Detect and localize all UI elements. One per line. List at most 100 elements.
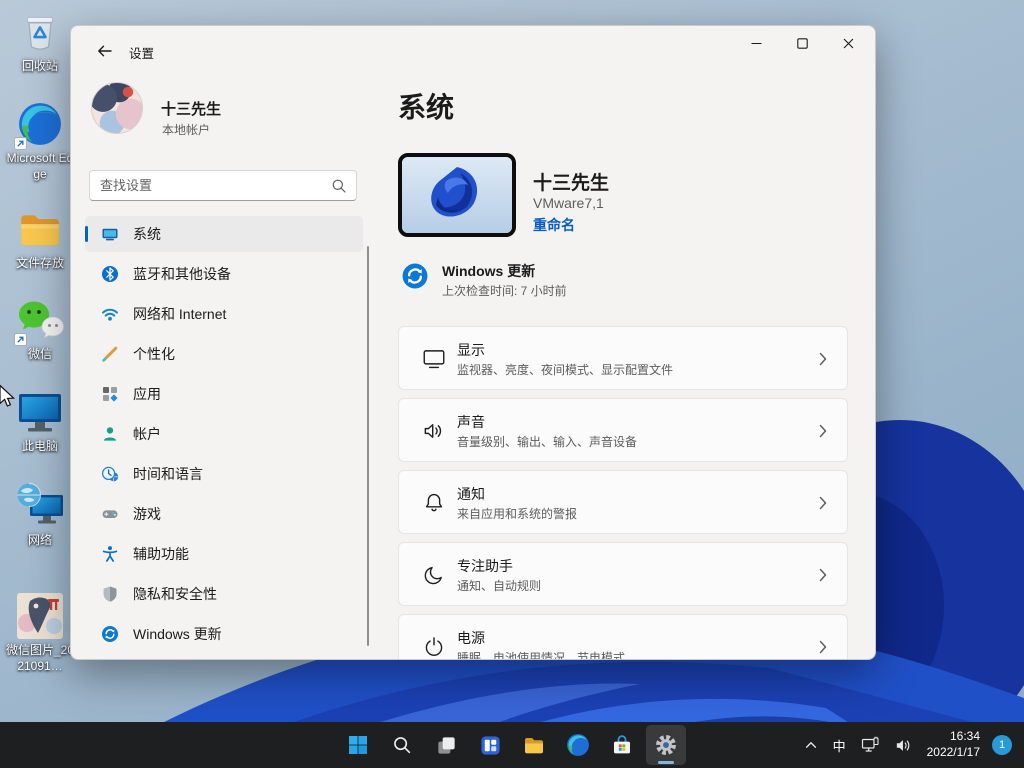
volume-tray-button[interactable] [888, 725, 919, 765]
sidebar-item-accessibility[interactable]: 辅助功能 [85, 536, 363, 572]
back-arrow-icon [97, 45, 112, 57]
device-model: VMware7,1 [533, 195, 604, 211]
window-title: 设置 [129, 47, 155, 61]
store-button[interactable] [602, 725, 642, 765]
minimize-button[interactable] [733, 26, 779, 60]
store-icon [614, 735, 630, 754]
sidebar-item-apps[interactable]: 应用 [85, 376, 363, 412]
sidebar-item-label: 应用 [133, 386, 161, 402]
search-button[interactable] [382, 725, 422, 765]
sidebar-item-label: 时间和语言 [133, 466, 203, 482]
accessibility-icon [101, 545, 119, 563]
search-box [89, 170, 357, 201]
card-subtitle: 音量级别、输出、输入、声音设备 [457, 435, 638, 449]
widgets-icon [480, 735, 500, 755]
settings-gear-icon [656, 735, 676, 755]
windows-update-title[interactable]: Windows 更新 [442, 261, 535, 281]
personalization-icon [101, 345, 119, 363]
desktop-icon-label: 微信图片_2021091… [5, 643, 75, 673]
system-icon [101, 225, 119, 243]
windows-update-status-icon [401, 262, 429, 290]
file-explorer-icon [525, 738, 543, 754]
close-button[interactable] [825, 26, 871, 60]
power-icon [421, 634, 447, 659]
network-tray-icon [861, 736, 879, 752]
chevron-right-icon [819, 568, 827, 587]
file-explorer-button[interactable] [514, 725, 554, 765]
this-pc-icon [16, 388, 64, 436]
taskbar-clock[interactable]: 16:34 2022/1/17 [921, 729, 986, 760]
back-button[interactable] [87, 36, 121, 66]
sidebar-item-label: Windows 更新 [133, 626, 222, 642]
sidebar-item-system[interactable]: 系统 [85, 216, 363, 252]
image-file-icon [16, 592, 64, 640]
sidebar-item-time-language[interactable]: 时间和语言 [85, 456, 363, 492]
edge-icon [567, 734, 589, 756]
sidebar-scrollbar[interactable] [367, 246, 369, 646]
chevron-right-icon [819, 640, 827, 659]
desktop-icon-label: 此电脑 [21, 439, 58, 453]
search-input[interactable] [100, 171, 320, 200]
close-icon [843, 38, 853, 48]
sidebar-item-personalization[interactable]: 个性化 [85, 336, 363, 372]
card-notifications[interactable]: 通知 来自应用和系统的警报 [398, 470, 848, 534]
sidebar-item-accounts[interactable]: 帐户 [85, 416, 363, 452]
shortcut-arrow-icon [14, 333, 27, 346]
desktop-icon-network[interactable]: 网络 [4, 482, 76, 549]
card-sound[interactable]: 声音 音量级别、输出、输入、声音设备 [398, 398, 848, 462]
card-display[interactable]: 显示 监视器、亮度、夜间模式、显示配置文件 [398, 326, 848, 390]
widgets-button[interactable] [470, 725, 510, 765]
settings-button[interactable] [646, 725, 686, 765]
bluetooth-icon [101, 265, 119, 283]
chevron-right-icon [819, 424, 827, 443]
windows-update-detail: 上次检查时间: 7 小时前 [442, 284, 567, 298]
sidebar-item-windows-update[interactable]: Windows 更新 [85, 616, 363, 652]
rename-link[interactable]: 重命名 [533, 215, 575, 235]
card-title: 显示 [457, 342, 485, 358]
desktop-icon-wechat-image[interactable]: 微信图片_2021091… [4, 592, 76, 674]
windows-logo-icon [349, 736, 367, 754]
desktop-icon-label: 文件存放 [15, 256, 64, 270]
maximize-button[interactable] [779, 26, 825, 60]
ime-indicator[interactable]: 中 [827, 725, 852, 765]
card-title: 电源 [457, 630, 485, 646]
settings-window: 设置 十三先生 本地帐户 查找设置 系统 蓝牙和其他设备 网络和 Interne… [70, 25, 876, 660]
maximize-icon [796, 37, 808, 49]
network-tray-button[interactable] [854, 725, 886, 765]
desktop: 回收站 Microsoft Edge 文件存放 微信 此电脑 网络 微信图片_2… [0, 0, 1024, 768]
card-focus-assist[interactable]: 专注助手 通知、自动规则 [398, 542, 848, 606]
network-icon [16, 482, 64, 530]
card-title: 通知 [457, 486, 485, 502]
search-icon [394, 737, 411, 754]
edge-button[interactable] [558, 725, 598, 765]
windows-update-icon [101, 625, 119, 643]
card-power[interactable]: 电源 睡眠、电池使用情况、节电模式 [398, 614, 848, 659]
sidebar-item-network[interactable]: 网络和 Internet [85, 296, 363, 332]
sidebar-item-label: 隐私和安全性 [133, 586, 217, 602]
desktop-icon-wechat[interactable]: 微信 [4, 296, 76, 363]
wechat-icon [14, 296, 64, 346]
sidebar-item-bluetooth[interactable]: 蓝牙和其他设备 [85, 256, 363, 292]
start-button[interactable] [338, 725, 378, 765]
card-subtitle: 监视器、亮度、夜间模式、显示配置文件 [457, 363, 674, 377]
notification-badge[interactable]: 1 [992, 735, 1012, 755]
titlebar[interactable]: 设置 [71, 26, 875, 74]
gaming-icon [101, 505, 119, 523]
sidebar-item-label: 系统 [133, 226, 161, 242]
page-title: 系统 [398, 92, 455, 123]
desktop-icon-edge[interactable]: Microsoft Edge [4, 100, 76, 182]
chevron-right-icon [819, 352, 827, 371]
clock-time: 16:34 [949, 729, 980, 744]
tray-chevron-button[interactable] [797, 725, 825, 765]
card-title: 声音 [457, 414, 485, 430]
card-subtitle: 通知、自动规则 [457, 579, 542, 593]
task-view-button[interactable] [426, 725, 466, 765]
shortcut-arrow-icon [14, 137, 27, 150]
desktop-icon-folder[interactable]: 文件存放 [4, 205, 76, 272]
card-subtitle: 来自应用和系统的警报 [457, 507, 578, 521]
apps-icon [101, 385, 119, 403]
desktop-icon-recycle-bin[interactable]: 回收站 [4, 8, 76, 75]
sidebar-item-gaming[interactable]: 游戏 [85, 496, 363, 532]
wifi-icon [101, 305, 119, 323]
sidebar-item-privacy[interactable]: 隐私和安全性 [85, 576, 363, 612]
